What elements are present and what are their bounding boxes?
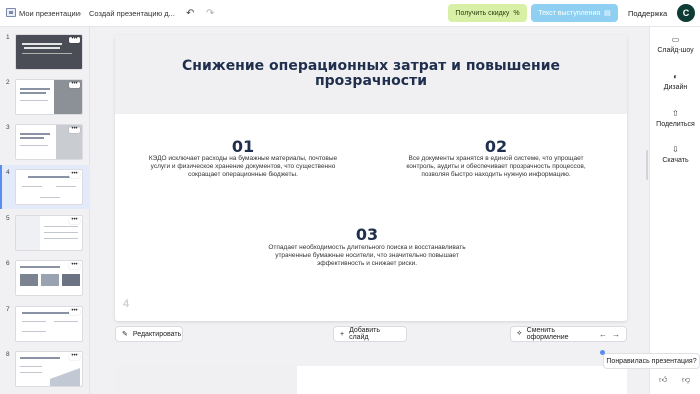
design-label: Дизайн xyxy=(663,84,688,91)
breadcrumb-root[interactable]: Мои презентации xyxy=(19,0,80,27)
item-text-3: Отпадает необходимость длительного поиск… xyxy=(268,244,466,267)
palette-icon: ◐ xyxy=(673,72,678,81)
slideshow-label: Слайд-шоу xyxy=(657,47,694,54)
more-icon[interactable]: ••• xyxy=(69,36,80,43)
add-slide-button[interactable]: + Добавить слайд xyxy=(333,326,407,342)
thumb-number: 4 xyxy=(6,169,10,176)
item-number-1: 01 xyxy=(231,137,255,156)
redo-icon[interactable]: ↷ xyxy=(206,0,214,27)
thumb-number: 1 xyxy=(6,34,10,41)
percent-icon: % xyxy=(513,9,520,17)
plus-icon: + xyxy=(340,330,345,338)
thumb-number: 3 xyxy=(6,124,10,131)
edit-button[interactable]: ✎ Редактировать xyxy=(115,326,183,342)
share-button[interactable]: ⇧ Поделиться xyxy=(650,109,700,128)
share-label: Поделиться xyxy=(656,121,695,128)
slide-title[interactable]: Снижение операционных затрат и повышение… xyxy=(155,59,587,89)
document-icon: ▤ xyxy=(604,10,611,17)
design-icon: ⟡ xyxy=(517,330,522,337)
slideshow-button[interactable]: ▭ Слайд-шоу xyxy=(650,35,700,54)
slide-canvas[interactable]: Снижение операционных затрат и повышение… xyxy=(115,35,627,321)
item-number-2: 02 xyxy=(484,137,508,156)
download-label: Скачать xyxy=(662,157,689,164)
chevron-right-icon: › xyxy=(79,9,82,18)
slide-thumb-6[interactable]: 6 ••• xyxy=(0,256,90,300)
thumb-preview: ••• xyxy=(15,34,83,70)
item-text-1: КЭДО исключает расходы на бумажные матер… xyxy=(148,155,338,178)
arrow-right-icon[interactable]: → xyxy=(612,330,620,339)
thumb-number: 8 xyxy=(6,351,10,358)
slide-thumb-7[interactable]: 7 ••• xyxy=(0,302,90,346)
more-icon[interactable]: ••• xyxy=(69,308,80,315)
feedback-prompt: Понравилась презентация? xyxy=(603,353,700,369)
more-icon[interactable]: ••• xyxy=(69,171,80,178)
speech-text-button[interactable]: Текст выступления ▤ xyxy=(531,4,618,22)
slides-sidebar: 1 ••• 2 ••• 3 ••• 4 ••• 5 ••• 6 ••• 7 ••… xyxy=(0,27,90,394)
item-text-2: Все документы хранятся в единой системе,… xyxy=(406,155,586,178)
pencil-icon: ✎ xyxy=(122,331,128,338)
arrow-left-icon[interactable]: ← xyxy=(599,330,607,339)
share-icon: ⇧ xyxy=(672,109,679,118)
get-discount-button[interactable]: Получить скидку % xyxy=(448,4,527,22)
slide-page-number: 4 xyxy=(123,298,130,310)
thumb-preview: ••• xyxy=(15,124,83,160)
change-design-button[interactable]: ⟡ Сменить оформление ← → xyxy=(510,326,627,342)
thumb-preview: ••• xyxy=(15,306,83,342)
thumb-number: 2 xyxy=(6,79,10,86)
thumb-number: 6 xyxy=(6,260,10,267)
thumb-preview: ••• xyxy=(15,79,83,115)
next-slide-panel xyxy=(115,366,297,394)
thumb-preview: ••• xyxy=(15,215,83,251)
add-slide-label: Добавить слайд xyxy=(349,327,381,341)
edit-label: Редактировать xyxy=(132,330,182,338)
more-icon[interactable]: ••• xyxy=(69,262,80,269)
thumb-number: 7 xyxy=(6,306,10,313)
next-slide-preview[interactable] xyxy=(115,366,627,394)
support-link[interactable]: Поддержка xyxy=(628,0,667,27)
slide-thumb-3[interactable]: 3 ••• xyxy=(0,120,90,164)
speech-text-label: Текст выступления xyxy=(538,9,601,17)
more-icon[interactable]: ••• xyxy=(69,81,80,88)
thumb-preview: ••• xyxy=(15,260,83,296)
top-bar: Мои презентации › Создай презентацию д..… xyxy=(0,0,700,27)
slide-thumb-2[interactable]: 2 ••• xyxy=(0,75,90,119)
download-icon: ⇩ xyxy=(672,145,679,154)
slide-thumb-4[interactable]: 4 ••• xyxy=(0,165,90,209)
thumb-preview: ••• xyxy=(15,351,83,387)
avatar[interactable]: C xyxy=(677,4,695,22)
slide-thumb-1[interactable]: 1 ••• xyxy=(0,30,90,74)
thumbs-up-icon[interactable]: 👍︎ xyxy=(659,375,667,385)
right-panel: ▭ Слайд-шоу ◐ Дизайн ⇧ Поделиться ⇩ Скач… xyxy=(649,27,700,394)
get-discount-label: Получить скидку xyxy=(455,9,510,17)
slide-thumb-5[interactable]: 5 ••• xyxy=(0,211,90,255)
thumb-number: 5 xyxy=(6,215,10,222)
change-design-label: Сменить оформление xyxy=(526,327,569,341)
thumb-preview: ••• xyxy=(15,169,83,205)
more-icon[interactable]: ••• xyxy=(69,353,80,360)
thumbs-down-icon[interactable]: 👎︎ xyxy=(682,375,690,385)
presentations-icon[interactable] xyxy=(6,8,16,17)
download-button[interactable]: ⇩ Скачать xyxy=(650,145,700,164)
slide-thumb-8[interactable]: 8 ••• xyxy=(0,347,90,391)
scrollbar[interactable] xyxy=(646,150,648,180)
design-button[interactable]: ◐ Дизайн xyxy=(650,72,700,91)
more-icon[interactable]: ••• xyxy=(69,126,80,133)
more-icon[interactable]: ••• xyxy=(69,217,80,224)
presentation-title[interactable]: Создай презентацию д... xyxy=(89,0,175,27)
undo-icon[interactable]: ↶ xyxy=(186,0,194,27)
item-number-3: 03 xyxy=(355,225,379,244)
monitor-icon: ▭ xyxy=(671,35,680,44)
